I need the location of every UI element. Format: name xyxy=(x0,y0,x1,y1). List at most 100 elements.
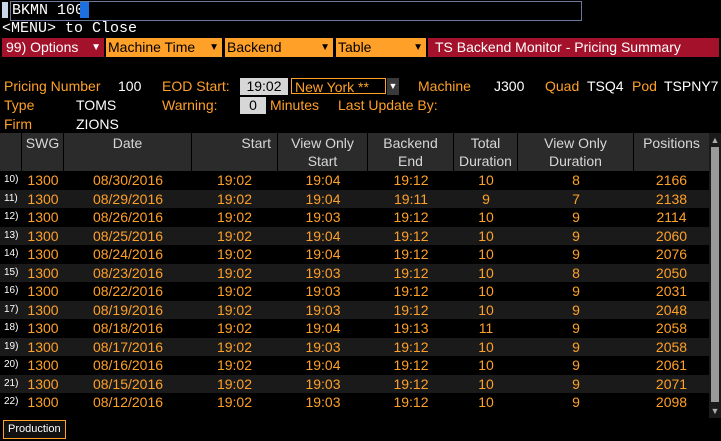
row-index: 18) xyxy=(4,322,19,333)
positions-cell: 2166 xyxy=(655,172,688,188)
row-index: 19) xyxy=(4,340,19,352)
table-row[interactable]: 15) 1300 08/23/2016 19:02 19:03 19:12 10 8 2050 xyxy=(0,263,709,282)
positions-cell: 2031 xyxy=(655,283,688,299)
view-only-duration-cell: 8 xyxy=(572,264,580,281)
table-row[interactable]: 18) 1300 08/18/2016 19:02 19:04 19:13 11 9 2058 xyxy=(0,319,709,338)
swg-cell: 1300 xyxy=(27,357,59,373)
table-row[interactable]: 14) 1300 08/24/2016 19:02 19:04 19:12 10 9 2076 xyxy=(0,245,709,264)
quad-label: Quad xyxy=(545,78,580,94)
row-index: 14) xyxy=(4,248,19,259)
backend-end-line1: Backend xyxy=(383,135,438,151)
table-dropdown[interactable]: Table ▼ xyxy=(336,38,426,57)
pricing-table: SWG Date Start View Only Start Backend E… xyxy=(0,133,721,418)
view-only-duration-cell: 9 xyxy=(572,209,580,225)
table-row[interactable]: 13) 1300 08/25/2016 19:02 19:04 19:12 10 9 2060 xyxy=(0,226,709,245)
scrollbar-thumb[interactable] xyxy=(711,147,719,402)
backend-dropdown[interactable]: Backend ▼ xyxy=(225,38,333,57)
table-label: Table xyxy=(338,39,372,55)
pricing-number-value: 100 xyxy=(118,78,142,94)
start-header[interactable]: Start xyxy=(192,133,278,171)
view-only-duration-cell: 8 xyxy=(572,172,580,188)
positions-cell: 2138 xyxy=(655,190,688,207)
options-menu-button[interactable]: 99) Options ▼ xyxy=(2,38,104,57)
positions-cell: 2060 xyxy=(655,227,688,244)
swg-cell: 1300 xyxy=(27,264,59,281)
toolbar: 99) Options ▼ Machine Time ▼ Backend ▼ T… xyxy=(0,38,721,58)
vertical-scrollbar[interactable]: ▲ ▼ xyxy=(709,133,721,418)
positions-cell: 2098 xyxy=(655,394,688,410)
total-duration-cell: 10 xyxy=(478,375,494,392)
view-only-start-cell: 19:03 xyxy=(305,394,341,410)
chevron-down-icon[interactable]: ▼ xyxy=(387,78,399,95)
backend-end-cell: 19:12 xyxy=(393,172,429,188)
scroll-up-icon[interactable]: ▲ xyxy=(709,134,721,146)
timezone-select[interactable]: New York ** xyxy=(291,78,386,95)
date-cell: 08/24/2016 xyxy=(92,246,164,262)
table-row[interactable]: 19) 1300 08/17/2016 19:02 19:03 19:12 10 9 2058 xyxy=(0,337,709,356)
chevron-down-icon: ▼ xyxy=(320,42,330,53)
command-caret xyxy=(2,2,8,18)
backend-end-cell: 19:12 xyxy=(393,209,429,225)
date-cell: 08/18/2016 xyxy=(92,320,164,336)
command-input[interactable] xyxy=(10,1,582,21)
pricing-number-label: Pricing Number xyxy=(4,78,101,94)
view-only-start-line1: View Only xyxy=(291,135,354,151)
row-index: 21) xyxy=(4,377,19,389)
type-label: Type xyxy=(4,97,35,113)
view-only-duration-cell: 9 xyxy=(572,394,580,410)
backend-end-cell: 19:12 xyxy=(393,301,429,318)
command-bar: BKMN 100 xyxy=(0,0,721,21)
warning-field[interactable]: 0 xyxy=(240,97,266,114)
view-only-start-cell: 19:03 xyxy=(305,209,341,225)
view-only-duration-cell: 9 xyxy=(572,227,580,244)
table-row[interactable]: 11) 1300 08/29/2016 19:02 19:04 19:11 9 7 2138 xyxy=(0,189,709,208)
start-cell: 19:02 xyxy=(216,227,252,244)
command-text[interactable]: BKMN 100 xyxy=(12,2,84,19)
table-row[interactable]: 22) 1300 08/12/2016 19:02 19:03 19:12 10 9 2098 xyxy=(0,393,709,412)
view-only-duration-cell: 9 xyxy=(572,301,580,318)
backend-end-header[interactable]: Backend End xyxy=(368,133,454,171)
view-only-duration-line1: View Only xyxy=(544,135,607,151)
view-only-start-cell: 19:03 xyxy=(305,283,341,299)
table-row[interactable]: 21) 1300 08/15/2016 19:02 19:03 19:12 10 9 2071 xyxy=(0,374,709,393)
row-index: 20) xyxy=(4,359,19,370)
table-row[interactable]: 17) 1300 08/19/2016 19:02 19:03 19:12 10 9 2048 xyxy=(0,300,709,319)
view-only-duration-cell: 9 xyxy=(572,338,580,355)
positions-header[interactable]: Positions xyxy=(634,133,709,171)
firm-label: Firm xyxy=(4,116,32,132)
backend-end-cell: 19:11 xyxy=(394,190,428,207)
options-label: 99) Options xyxy=(6,39,79,55)
row-index: 12) xyxy=(4,211,19,222)
positions-cell: 2114 xyxy=(656,209,687,225)
date-cell: 08/12/2016 xyxy=(92,394,164,410)
total-duration-cell: 10 xyxy=(478,172,494,188)
swg-header[interactable]: SWG xyxy=(22,133,64,171)
minutes-label: Minutes xyxy=(270,97,320,113)
view-only-duration-header[interactable]: View Only Duration xyxy=(518,133,634,171)
pod-value: TSPNY7 xyxy=(664,78,719,94)
total-duration-cell: 10 xyxy=(478,283,494,299)
date-header[interactable]: Date xyxy=(64,133,192,171)
machine-time-dropdown[interactable]: Machine Time ▼ xyxy=(106,38,222,57)
total-duration-line1: Total xyxy=(470,135,501,151)
view-only-start-header[interactable]: View Only Start xyxy=(278,133,368,171)
view-only-duration-cell: 9 xyxy=(572,375,580,392)
table-row[interactable]: 10) 1300 08/30/2016 19:02 19:04 19:12 10 8 2166 xyxy=(0,171,709,190)
view-only-start-cell: 19:03 xyxy=(305,338,341,355)
table-row[interactable]: 16) 1300 08/22/2016 19:02 19:03 19:12 10 9 2031 xyxy=(0,282,709,301)
total-duration-cell: 10 xyxy=(478,209,494,225)
chevron-down-icon: ▼ xyxy=(91,42,101,53)
eod-start-field[interactable]: 19:02 xyxy=(240,78,288,95)
positions-cell: 2058 xyxy=(655,320,688,336)
table-row[interactable]: 12) 1300 08/26/2016 19:02 19:03 19:12 10 9 2114 xyxy=(0,208,709,227)
total-duration-header[interactable]: Total Duration xyxy=(454,133,518,171)
scroll-down-icon[interactable]: ▼ xyxy=(709,405,721,417)
table-header: SWG Date Start View Only Start Backend E… xyxy=(0,133,709,171)
warning-label: Warning: xyxy=(162,97,218,113)
row-index: 16) xyxy=(4,285,19,296)
table-row[interactable]: 20) 1300 08/16/2016 19:02 19:04 19:12 10 9 2061 xyxy=(0,356,709,375)
start-cell: 19:02 xyxy=(216,172,252,188)
start-cell: 19:02 xyxy=(216,190,252,207)
production-tab[interactable]: Production xyxy=(3,420,66,439)
positions-cell: 2058 xyxy=(655,338,688,355)
